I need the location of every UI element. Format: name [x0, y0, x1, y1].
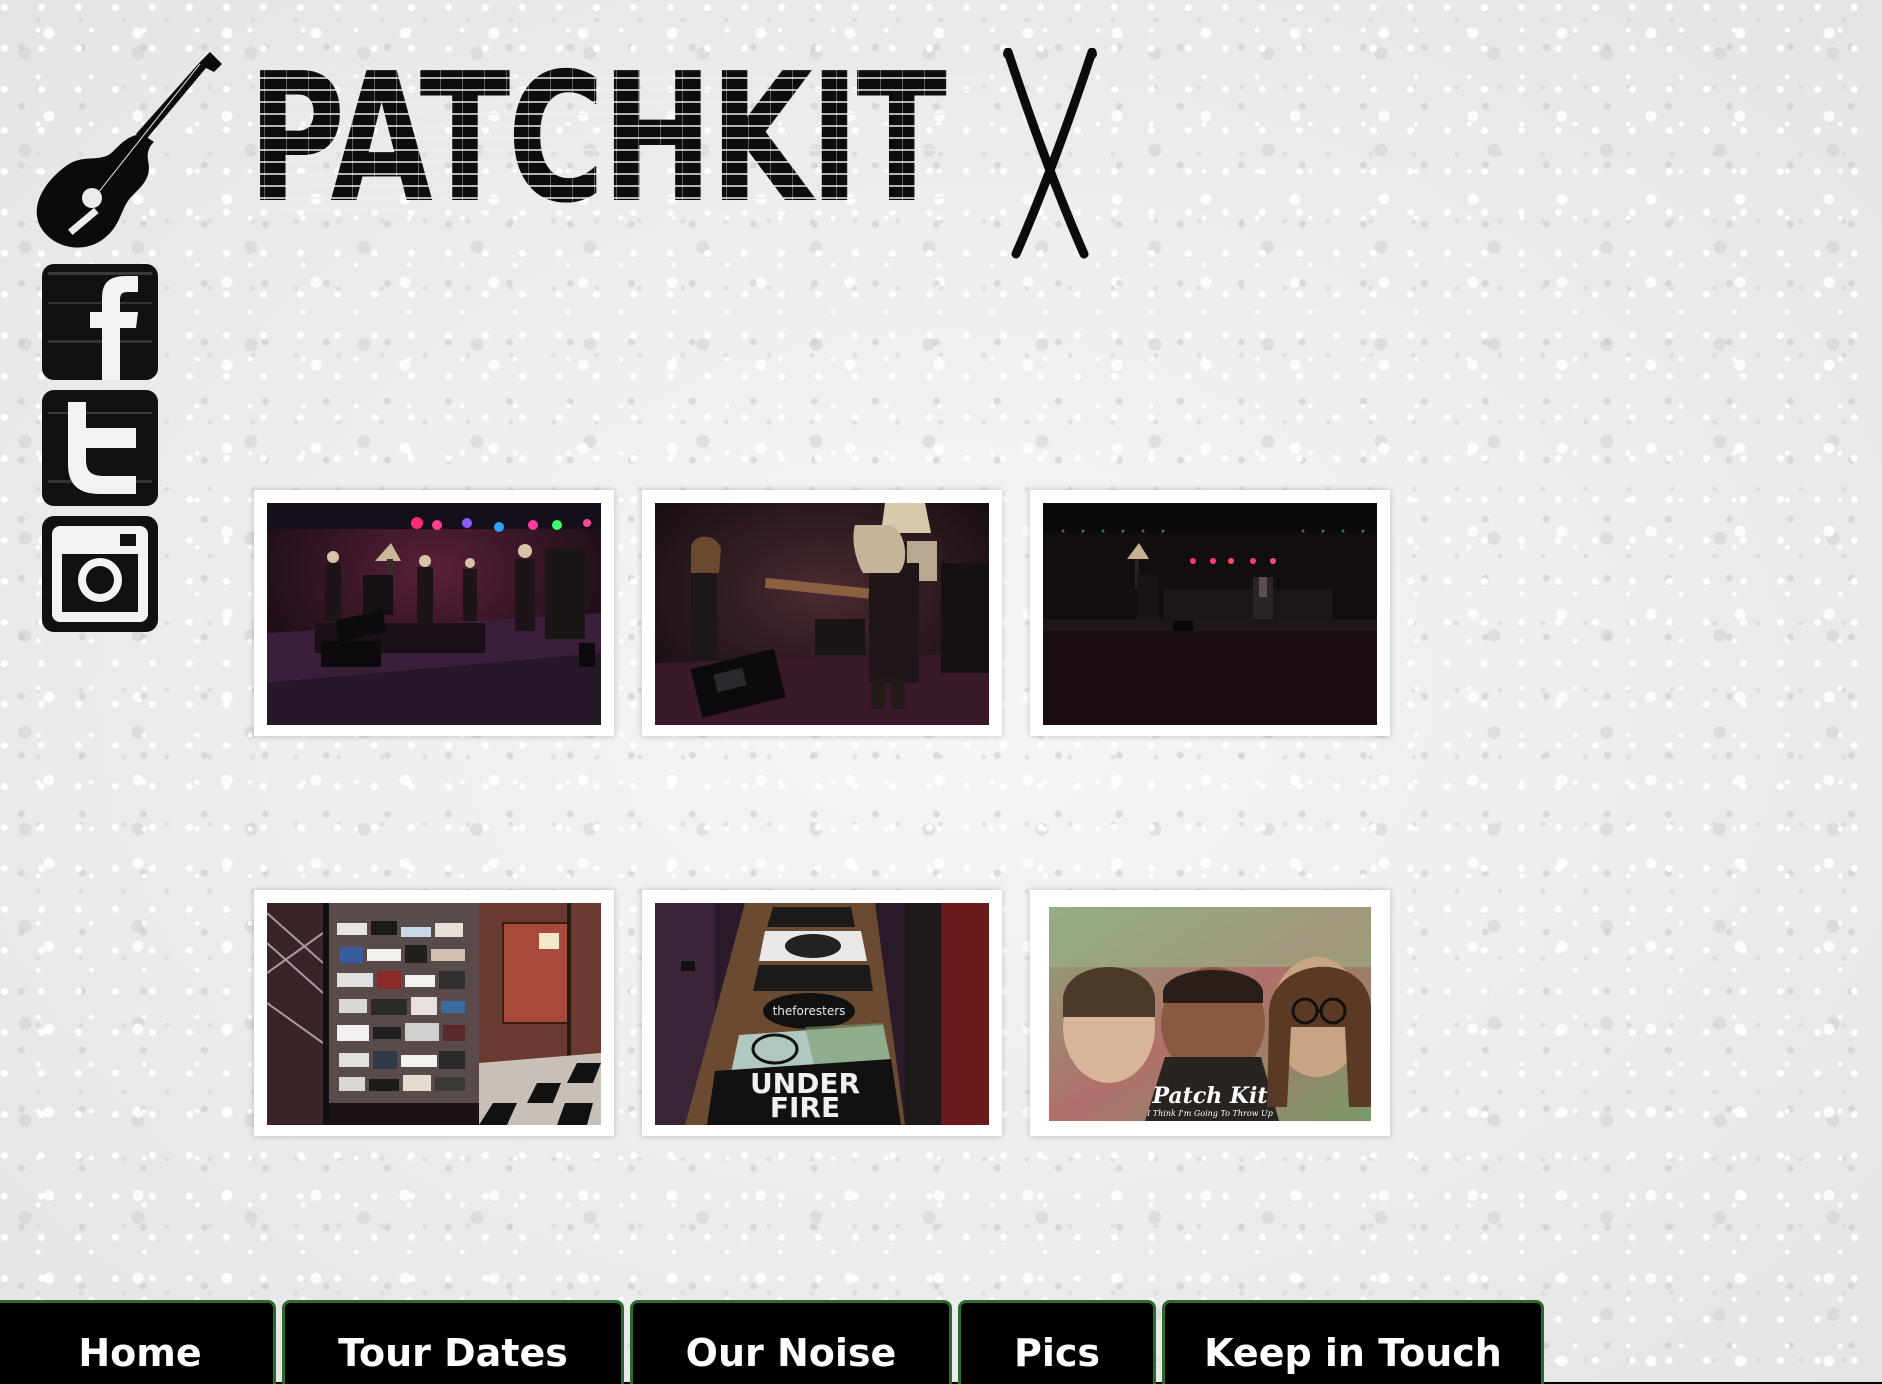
- photo-album-cover: Patch Kit I Think I'm Going To Throw Up: [1049, 907, 1371, 1121]
- album-title: Patch Kit: [1152, 1083, 1268, 1109]
- nav-tab-tour-dates[interactable]: Tour Dates: [282, 1300, 624, 1384]
- facebook-link[interactable]: [40, 262, 160, 382]
- nav-tab-label: Our Noise: [685, 1331, 897, 1375]
- gallery-photo-6[interactable]: Patch Kit I Think I'm Going To Throw Up: [1030, 890, 1390, 1136]
- sticker-text-foresters: theforesters: [773, 1004, 846, 1018]
- social-links: [40, 262, 160, 640]
- instagram-icon: [42, 516, 158, 632]
- twitter-icon: [42, 390, 158, 506]
- photo-band-on-stage-closeup: [655, 503, 989, 725]
- photo-stickers-on-bar: theforesters UNDER FIRE: [655, 903, 989, 1125]
- main-nav: Home Tour Dates Our Noise Pics Keep in T…: [0, 1300, 1882, 1384]
- facebook-icon: [42, 264, 158, 380]
- sticker-text-fire: FIRE: [770, 1091, 840, 1124]
- guitar-icon: [36, 52, 222, 248]
- nav-tab-label: Pics: [1013, 1331, 1101, 1375]
- nav-tab-label: Keep in Touch: [1204, 1331, 1502, 1375]
- twitter-link[interactable]: [40, 388, 160, 508]
- photo-empty-stage: [1043, 503, 1377, 725]
- nav-tab-label: Home: [78, 1331, 202, 1375]
- nav-tab-our-noise[interactable]: Our Noise: [630, 1300, 952, 1384]
- gallery-photo-2[interactable]: [642, 490, 1002, 736]
- nav-tab-pics[interactable]: Pics: [958, 1300, 1156, 1384]
- album-subtitle: I Think I'm Going To Throw Up: [1147, 1109, 1273, 1118]
- nav-tab-home[interactable]: Home: [0, 1300, 276, 1384]
- instagram-link[interactable]: [40, 514, 160, 634]
- nav-tab-keep-in-touch[interactable]: Keep in Touch: [1162, 1300, 1544, 1384]
- nav-tab-label: Tour Dates: [338, 1331, 568, 1375]
- gallery-photo-3[interactable]: [1030, 490, 1390, 736]
- gallery-photo-5[interactable]: theforesters UNDER FIRE: [642, 890, 1002, 1136]
- photo-sticker-covered-door: [267, 903, 601, 1125]
- photo-band-on-stage-wide: [267, 503, 601, 725]
- band-logo[interactable]: PATCHKIT: [248, 48, 946, 230]
- gallery-photo-4[interactable]: [254, 890, 614, 1136]
- drumsticks-icon: [1003, 48, 1097, 259]
- gallery-photo-1[interactable]: [254, 490, 614, 736]
